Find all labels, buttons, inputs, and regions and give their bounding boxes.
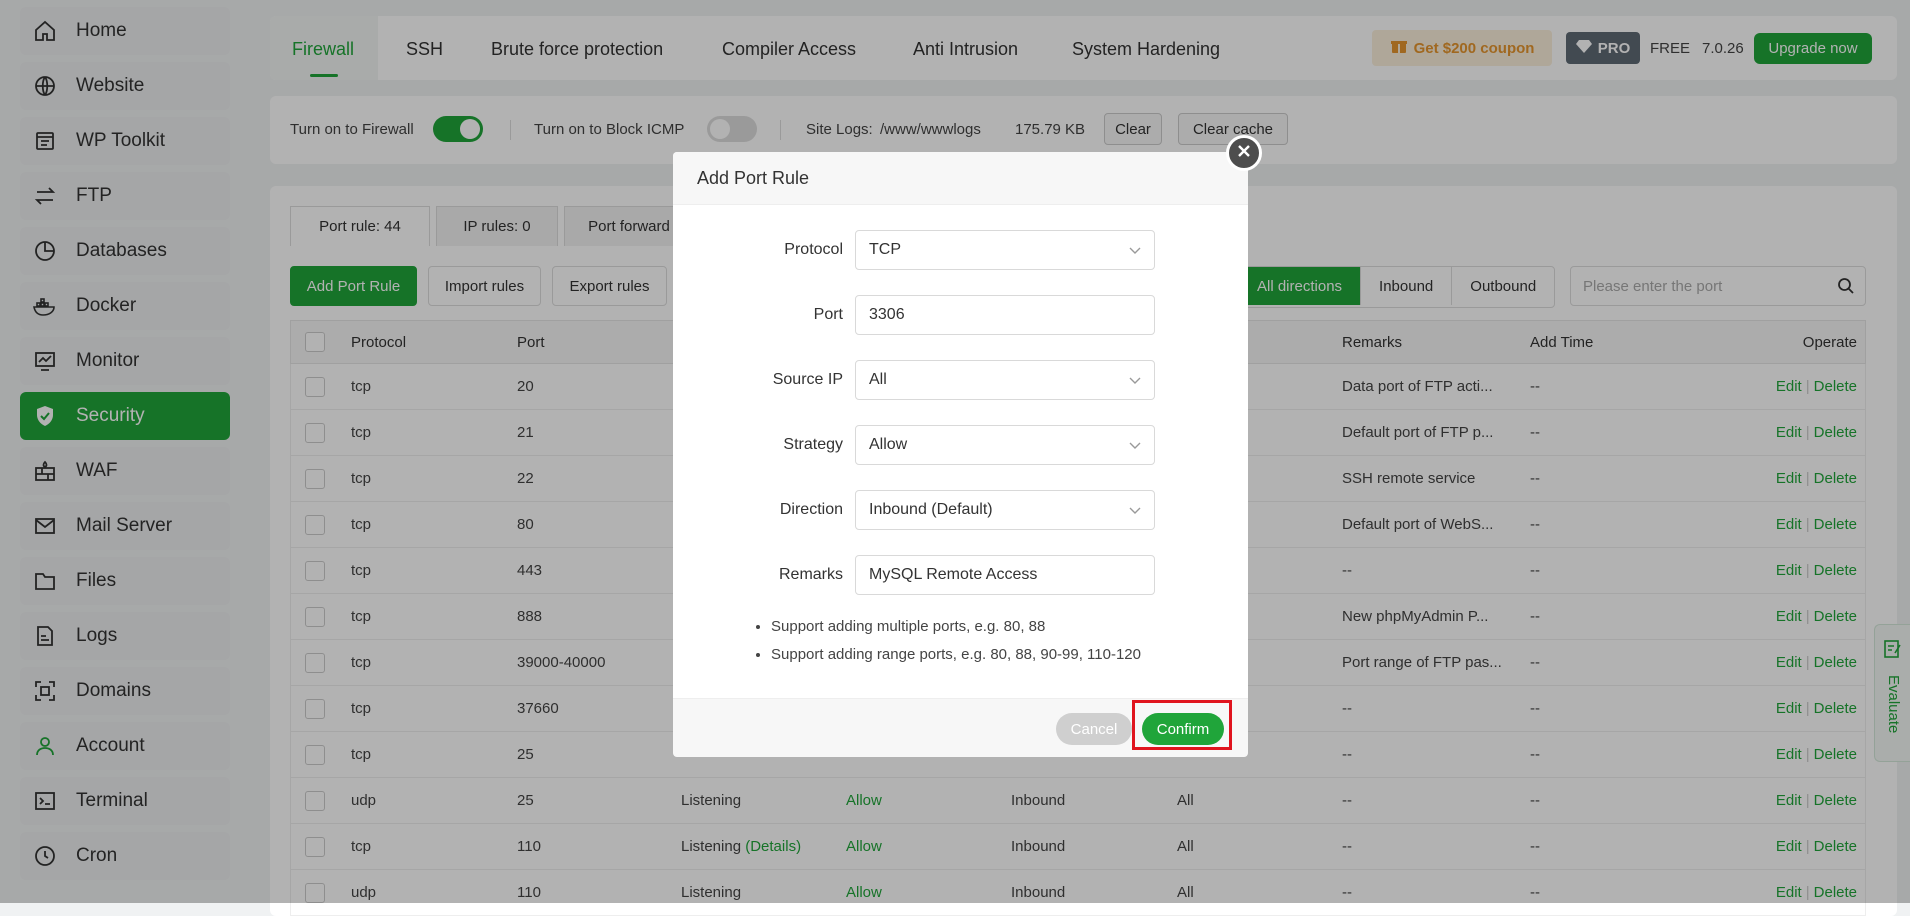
chevron-down-icon <box>1128 503 1142 522</box>
protocol-value: TCP <box>869 241 901 258</box>
remarks-label: Remarks <box>778 566 843 583</box>
chevron-down-icon <box>1128 243 1142 262</box>
cancel-button[interactable]: Cancel <box>1056 713 1132 745</box>
source-ip-value: All <box>869 371 887 388</box>
port-row: Port <box>673 295 1248 335</box>
remarks-input[interactable] <box>869 566 1139 584</box>
chevron-down-icon <box>1128 373 1142 392</box>
strategy-row: Strategy Allow <box>673 425 1248 465</box>
strategy-select[interactable]: Allow <box>855 425 1155 465</box>
dialog-header: Add Port Rule <box>673 152 1248 205</box>
protocol-label: Protocol <box>784 241 843 258</box>
port-label: Port <box>813 306 843 323</box>
remarks-field-wrapper <box>855 555 1155 595</box>
confirm-highlight-box <box>1132 700 1232 750</box>
protocol-select[interactable]: TCP <box>855 230 1155 270</box>
tip-multiple-ports: Support adding multiple ports, e.g. 80, … <box>771 618 1141 635</box>
remarks-row: Remarks <box>673 555 1248 595</box>
port-tips: Support adding multiple ports, e.g. 80, … <box>747 618 1141 674</box>
direction-value: Inbound (Default) <box>869 501 993 518</box>
port-input[interactable] <box>869 306 1139 324</box>
close-icon <box>1237 144 1251 162</box>
strategy-value: Allow <box>869 436 908 453</box>
dialog-title: Add Port Rule <box>697 167 810 188</box>
port-field-wrapper <box>855 295 1155 335</box>
chevron-down-icon <box>1128 438 1142 457</box>
protocol-row: Protocol TCP <box>673 230 1248 270</box>
source-ip-select[interactable]: All <box>855 360 1155 400</box>
direction-select[interactable]: Inbound (Default) <box>855 490 1155 530</box>
direction-label: Direction <box>779 501 843 518</box>
source-ip-row: Source IP All <box>673 360 1248 400</box>
close-dialog-button[interactable] <box>1226 135 1262 171</box>
source-ip-label: Source IP <box>772 371 843 388</box>
direction-row: Direction Inbound (Default) <box>673 490 1248 530</box>
dialog-footer: Cancel Confirm <box>673 698 1248 757</box>
tip-range-ports: Support adding range ports, e.g. 80, 88,… <box>771 646 1141 663</box>
strategy-label: Strategy <box>783 436 843 453</box>
add-port-rule-dialog: Add Port Rule Protocol TCP Port Source I… <box>673 135 1262 757</box>
